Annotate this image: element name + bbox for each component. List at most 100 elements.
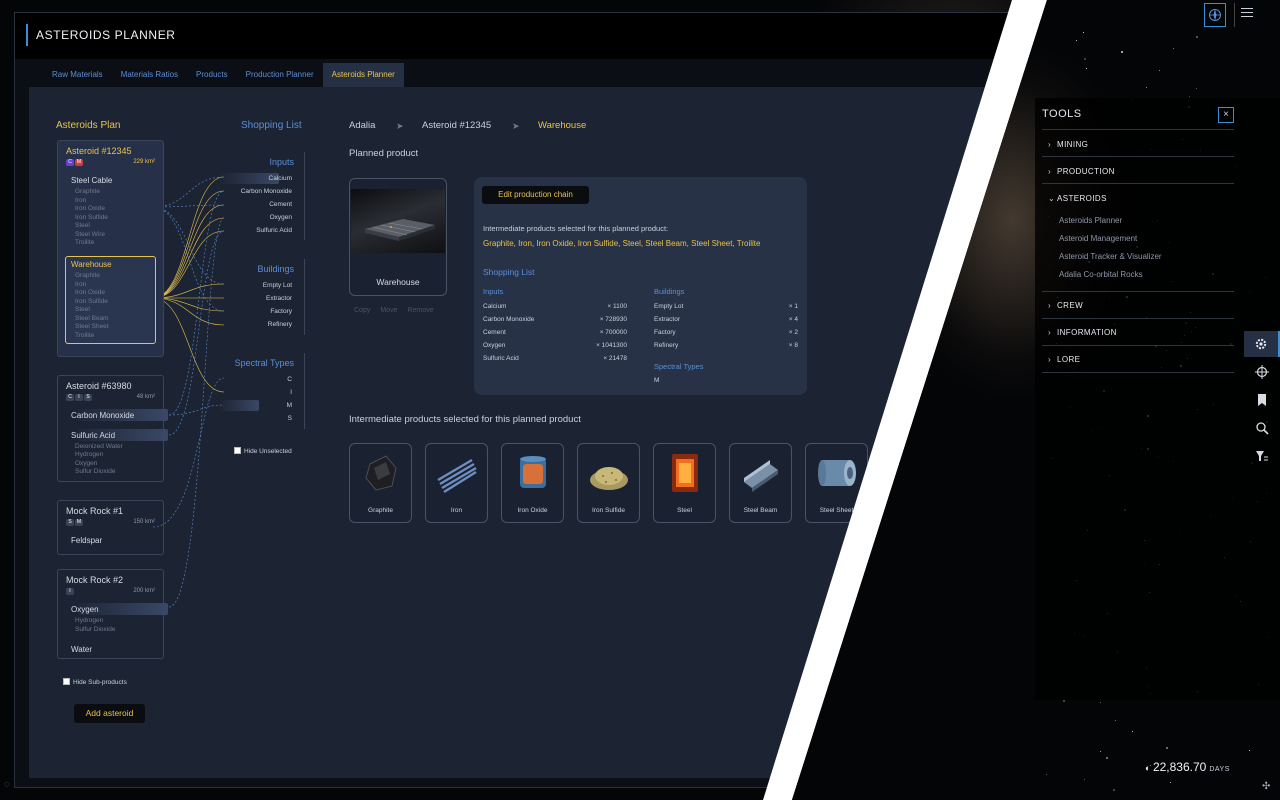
iron-image: [436, 450, 478, 496]
tools-link-asteroids-planner[interactable]: Asteroids Planner: [1059, 216, 1122, 225]
asteroid-card[interactable]: Asteroid #63980 C I S 48 km² Carbon Mono…: [57, 375, 168, 482]
spectral-tags: I: [66, 588, 74, 595]
spectral-tag: C: [66, 159, 74, 166]
spectral-item[interactable]: S: [288, 415, 292, 422]
input-row-name: Calcium: [483, 303, 507, 310]
tools-category-crew[interactable]: › CREW: [1048, 301, 1083, 310]
star: [1099, 701, 1101, 703]
building-row-name: Empty Lot: [654, 303, 684, 310]
tab-products[interactable]: Products: [187, 63, 237, 87]
product-item[interactable]: Sulfuric Acid: [71, 431, 115, 440]
tools-title: TOOLS: [1042, 108, 1082, 120]
asteroid-card[interactable]: Mock Rock #1 S M 150 km² Feldspar: [57, 500, 164, 555]
asteroid-size: 150 km²: [133, 519, 155, 525]
intermediate-card[interactable]: Iron: [425, 443, 488, 523]
product-item[interactable]: Carbon Monoxide: [71, 411, 134, 420]
input-item[interactable]: Oxygen: [270, 214, 292, 221]
sub-product: Sulfur Dioxide: [75, 626, 116, 633]
tools-category-asteroids[interactable]: ⌄ ASTEROIDS: [1048, 194, 1107, 203]
star: [1131, 731, 1133, 733]
clock-icon: ◐: [1145, 763, 1153, 773]
asteroids-plan-heading: Asteroids Plan: [56, 120, 121, 131]
crosshair-icon[interactable]: [1244, 359, 1280, 385]
asteroid-card[interactable]: Mock Rock #2 I 200 km² Oxygen Hydrogen S…: [57, 569, 168, 659]
building-item[interactable]: Empty Lot: [263, 282, 292, 289]
asteroid-card[interactable]: Asteroid #12345 C M 229 km² Steel Cable …: [57, 140, 164, 357]
spectral-types-heading: Spectral Types: [234, 358, 294, 368]
spectral-tags: C I S: [66, 394, 92, 401]
intermediate-card[interactable]: Steel Beam: [729, 443, 792, 523]
input-item[interactable]: Cement: [269, 201, 292, 208]
sub-product: Steel Wire: [75, 231, 105, 238]
spectral-item[interactable]: M: [287, 402, 292, 409]
intermediate-label: Intermediate products selected for this …: [483, 224, 669, 233]
star: [1195, 35, 1198, 38]
building-item[interactable]: Refinery: [268, 321, 292, 328]
tab-production-planner[interactable]: Production Planner: [237, 63, 323, 87]
intermediate-card[interactable]: Steel Sheet: [805, 443, 868, 523]
product-item[interactable]: Oxygen: [71, 605, 99, 614]
graphite-image: [360, 450, 402, 496]
input-item[interactable]: Carbon Monoxide: [241, 188, 292, 195]
product-item[interactable]: Steel Cable: [71, 176, 112, 185]
building-item[interactable]: Factory: [270, 308, 292, 315]
intermediate-card[interactable]: Steel: [653, 443, 716, 523]
building-row-qty: × 1: [788, 303, 798, 310]
selected-product-box[interactable]: Warehouse Graphite Iron Iron Oxide Iron …: [65, 256, 156, 344]
clock-value: 22,836.70: [1152, 760, 1207, 774]
filter-list-icon[interactable]: [1244, 443, 1280, 469]
star: [1085, 68, 1087, 70]
hide-sub-products-checkbox[interactable]: [63, 678, 70, 685]
tab-asteroids-planner[interactable]: Asteroids Planner: [322, 63, 404, 87]
intermediate-card[interactable]: Iron Oxide: [501, 443, 564, 523]
sub-product: Iron Oxide: [75, 289, 105, 296]
spectral-item[interactable]: I: [290, 389, 292, 396]
edit-production-chain-button[interactable]: Edit production chain: [482, 186, 589, 204]
tab-materials-ratios[interactable]: Materials Ratios: [112, 63, 187, 87]
close-icon[interactable]: ×: [1218, 107, 1234, 123]
expand-icon[interactable]: ✣: [1262, 781, 1270, 792]
tools-category-lore[interactable]: › LORE: [1048, 355, 1080, 364]
detail-shopping-list-heading: Shopping List: [483, 267, 535, 277]
gear-icon[interactable]: [1244, 331, 1280, 357]
intermediate-card[interactable]: Graphite: [349, 443, 412, 523]
tools-link-asteroid-management[interactable]: Asteroid Management: [1059, 234, 1137, 243]
input-item[interactable]: Sulfuric Acid: [256, 227, 292, 234]
input-row-name: Sulfuric Acid: [483, 355, 519, 362]
star: [1121, 50, 1124, 53]
hide-unselected-checkbox[interactable]: [234, 447, 241, 454]
building-row-name: Extractor: [654, 316, 681, 323]
input-row-qty: × 728930: [599, 316, 627, 323]
planned-product-card[interactable]: Warehouse: [349, 178, 447, 296]
remove-link[interactable]: Remove: [407, 307, 433, 314]
move-link[interactable]: Move: [380, 307, 397, 314]
spectral-tag: I: [66, 588, 74, 595]
tools-category-production[interactable]: › PRODUCTION: [1048, 167, 1115, 176]
compass-button[interactable]: [1204, 3, 1226, 27]
menu-icon[interactable]: [1241, 8, 1253, 20]
tools-category-information[interactable]: › INFORMATION: [1048, 328, 1117, 337]
copy-link[interactable]: Copy: [354, 307, 370, 314]
spectral-item[interactable]: C: [287, 376, 292, 383]
spectral-tag: I: [75, 394, 83, 401]
breadcrumb-adalia[interactable]: Adalia: [349, 120, 375, 131]
buildings-group: Buildings Empty Lot Extractor Factory Re…: [219, 259, 305, 335]
tab-raw-materials[interactable]: Raw Materials: [43, 63, 112, 87]
intermediate-card[interactable]: Iron Sulfide: [577, 443, 640, 523]
tools-link-co-orbital-rocks[interactable]: Adalia Co-orbital Rocks: [1059, 270, 1143, 279]
building-item[interactable]: Extractor: [266, 295, 292, 302]
breadcrumb-asteroid[interactable]: Asteroid #12345: [422, 120, 491, 131]
tools-category-mining[interactable]: › MINING: [1048, 140, 1088, 149]
bookmark-icon[interactable]: [1244, 387, 1280, 413]
input-item[interactable]: Calcium: [269, 175, 292, 182]
search-zoom-icon[interactable]: [1244, 415, 1280, 441]
tools-link-asteroid-tracker[interactable]: Asteroid Tracker & Visualizer: [1059, 252, 1162, 261]
product-item[interactable]: Feldspar: [71, 536, 102, 545]
intermediate-label: Iron Oxide: [517, 507, 548, 514]
spectral-tag: M: [75, 159, 83, 166]
product-item[interactable]: Water: [71, 645, 92, 654]
chevron-right-icon: ›: [1048, 140, 1052, 149]
breadcrumb-warehouse: Warehouse: [538, 120, 587, 131]
chevron-right-icon: ›: [1048, 355, 1052, 364]
add-asteroid-button[interactable]: Add asteroid: [74, 704, 145, 723]
